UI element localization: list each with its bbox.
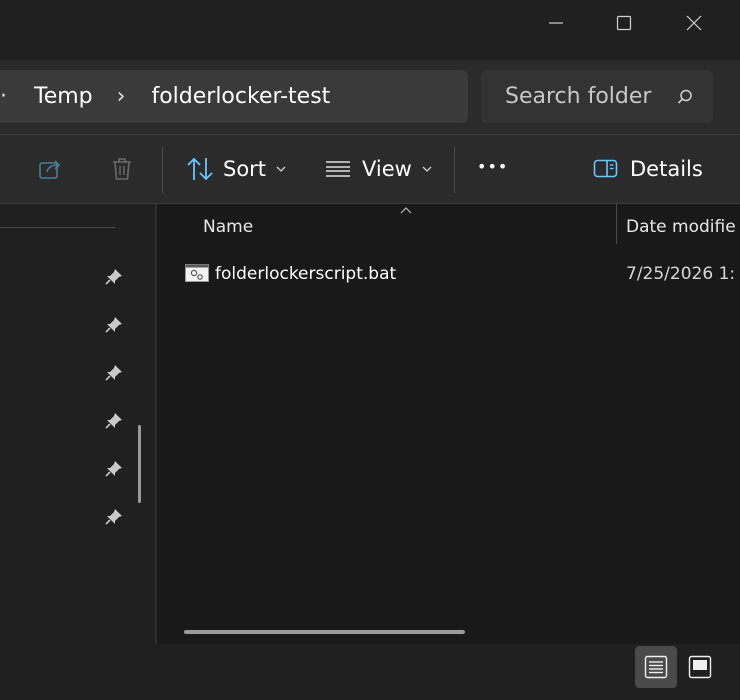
column-divider[interactable] [616,204,617,244]
details-view-icon [644,655,668,679]
status-bar [0,644,740,700]
close-icon [686,15,702,31]
batch-file-icon [185,264,209,282]
more-options-button[interactable]: ••• [477,132,508,200]
share-button[interactable] [38,135,64,203]
title-bar [0,0,740,60]
nav-divider [0,227,115,228]
toolbar-separator [162,147,163,193]
pin-icon[interactable] [104,267,124,287]
delete-button[interactable] [110,135,134,203]
horizontal-scrollbar[interactable] [184,630,465,634]
details-label: Details [630,157,703,181]
details-pane-button[interactable]: Details [593,135,703,203]
address-row: · Temp › folderlocker-test Search folder [0,60,740,135]
nav-scrollbar[interactable] [138,425,141,503]
chevron-down-icon [422,166,432,172]
maximize-button[interactable] [601,0,647,46]
view-button[interactable]: View [325,135,432,203]
file-name: folderlockerscript.bat [215,264,397,284]
sort-icon [187,157,213,181]
minimize-button[interactable] [533,0,579,46]
maximize-icon [616,15,632,31]
view-label: View [362,157,412,181]
column-header-date-modified[interactable]: Date modifie [626,217,736,237]
close-button[interactable] [671,0,717,46]
table-row[interactable]: folderlockerscript.bat 7/25/2026 1: [157,252,740,296]
command-bar: Sort View ••• Details [0,135,740,204]
share-icon [39,160,61,179]
details-pane-icon [593,159,618,178]
view-list-icon [326,161,350,177]
file-date-modified: 7/25/2026 1: [626,264,736,284]
details-view-button[interactable] [635,646,677,688]
chevron-down-icon [276,166,286,172]
sort-ascending-icon [400,207,412,214]
pin-icon[interactable] [104,363,124,383]
breadcrumb-overflow[interactable]: · [0,84,12,109]
minimize-icon [549,22,563,24]
search-icon [677,89,692,104]
pin-icon[interactable] [104,507,124,527]
breadcrumb-separator[interactable]: › [117,84,126,109]
address-bar[interactable]: · Temp › folderlocker-test [0,70,468,123]
breadcrumb-folderlocker-test[interactable]: folderlocker-test [151,84,330,109]
pin-icon[interactable] [104,315,124,335]
more-options-icon: ••• [477,156,509,176]
pin-icon[interactable] [104,459,124,479]
toolbar-separator [454,147,455,193]
search-input[interactable]: Search folder [505,84,651,109]
search-box[interactable]: Search folder [481,70,713,123]
navigation-pane [0,204,157,644]
sort-label: Sort [223,157,267,181]
file-list: Name Date modifie folderlockerscript.bat… [157,204,740,644]
breadcrumb-temp[interactable]: Temp [34,84,93,109]
sort-button[interactable]: Sort [186,135,286,203]
pin-icon[interactable] [104,411,124,431]
column-header-name[interactable]: Name [203,217,253,237]
large-icons-view-icon [688,655,712,679]
large-icons-view-button[interactable] [679,646,721,688]
trash-icon [113,158,131,180]
